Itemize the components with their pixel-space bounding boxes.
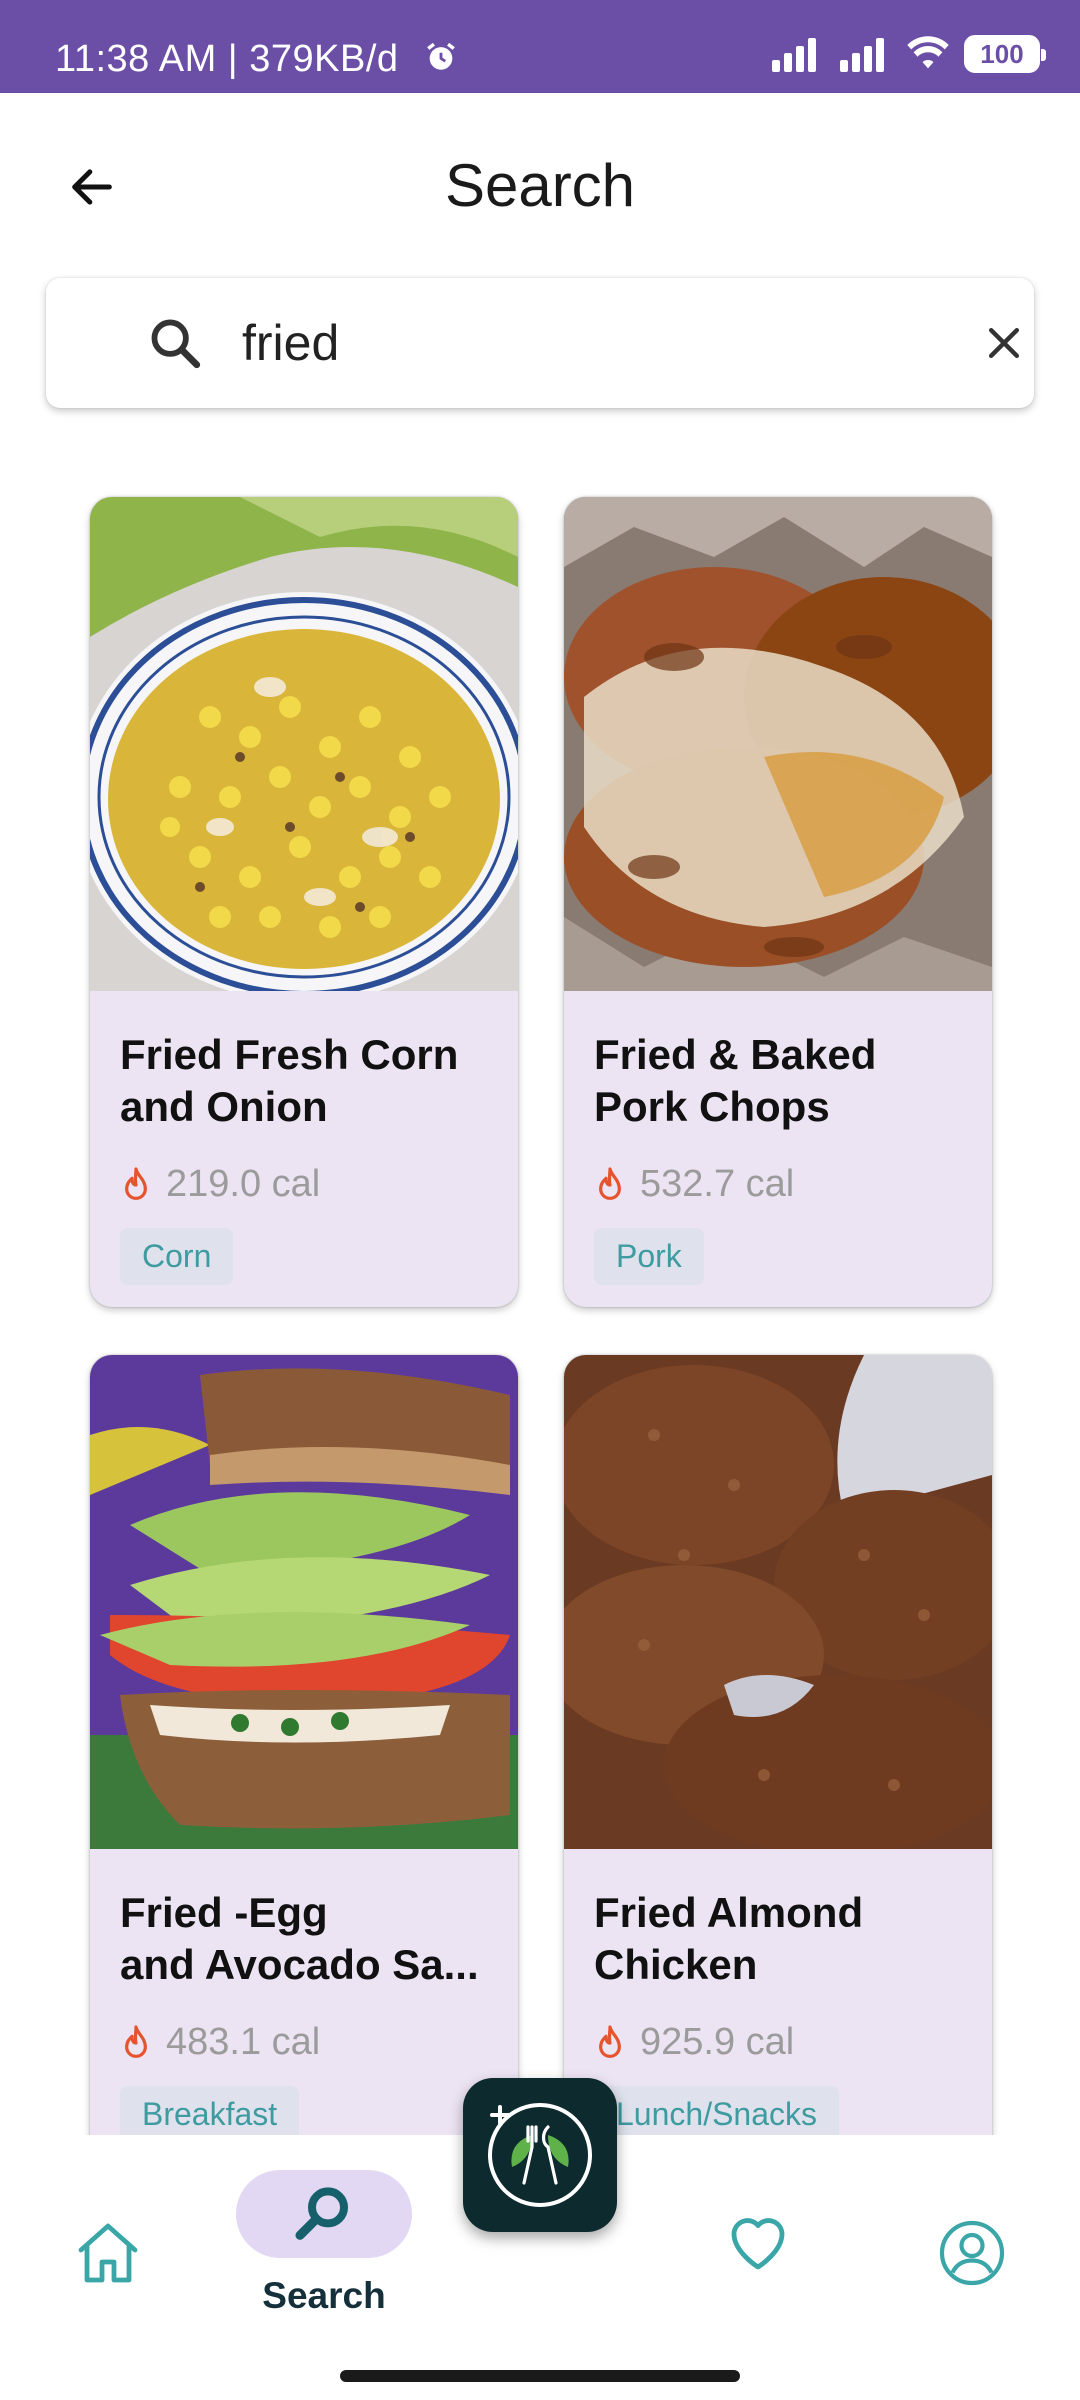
recipe-calories: 219.0 cal	[120, 1163, 488, 1206]
recipe-card[interactable]: Fried & Baked Pork Chops 532.7 cal Pork	[564, 497, 992, 1307]
flame-icon	[125, 1166, 147, 1200]
calories-text: 925.9 cal	[640, 2021, 795, 2063]
results-grid: Fried Fresh Corn and Onion 219.0 cal Cor…	[0, 0, 1080, 2140]
nav-favorites[interactable]	[710, 2195, 806, 2291]
nav-search-label: Search	[262, 2275, 386, 2316]
calories-text: 483.1 cal	[166, 2021, 321, 2063]
add-meal-button[interactable]	[463, 2078, 617, 2232]
calories-text: 219.0 cal	[166, 1163, 321, 1205]
recipe-card[interactable]: Fried -Egg and Avocado Sa... 483.1 cal B…	[90, 1355, 518, 2140]
recipe-calories: 925.9 cal	[594, 2021, 962, 2064]
recipe-calories: 532.7 cal	[594, 1163, 962, 1206]
recipe-image	[90, 497, 518, 991]
recipe-title: Fried Almond Chicken	[594, 1889, 864, 1988]
flame-icon	[125, 2024, 147, 2058]
home-icon	[78, 2223, 138, 2283]
flame-icon	[599, 2024, 621, 2058]
recipe-image	[564, 497, 992, 991]
recipe-category-tag: Lunch/Snacks	[594, 2086, 840, 2140]
heart-icon	[731, 2218, 785, 2270]
profile-icon	[939, 2220, 1005, 2286]
recipe-image	[564, 1355, 992, 1849]
recipe-title: Fried & Baked Pork Chops	[594, 1031, 877, 1130]
nav-profile[interactable]	[924, 2205, 1020, 2301]
recipe-image	[90, 1355, 518, 1849]
recipe-title: Fried Fresh Corn and Onion	[120, 1031, 459, 1130]
recipe-card[interactable]: Fried Fresh Corn and Onion 219.0 cal Cor…	[90, 497, 518, 1307]
recipe-title: Fried -Egg and Avocado Sa...	[120, 1889, 479, 1988]
nav-search[interactable]	[236, 2170, 412, 2258]
recipe-category-tag: Pork	[594, 1228, 704, 1285]
add-meal-logo-icon	[488, 2103, 592, 2207]
recipe-calories: 483.1 cal	[120, 2021, 488, 2064]
home-indicator[interactable]	[340, 2370, 740, 2382]
nav-home[interactable]	[60, 2205, 156, 2301]
recipe-category-tag: Breakfast	[120, 2086, 300, 2140]
calories-text: 532.7 cal	[640, 1163, 795, 1205]
recipe-card[interactable]: Fried Almond Chicken 925.9 cal Lunch/Sna…	[564, 1355, 992, 2140]
flame-icon	[599, 1166, 621, 1200]
recipe-category-tag: Corn	[120, 1228, 234, 1285]
search-icon	[295, 2187, 348, 2240]
